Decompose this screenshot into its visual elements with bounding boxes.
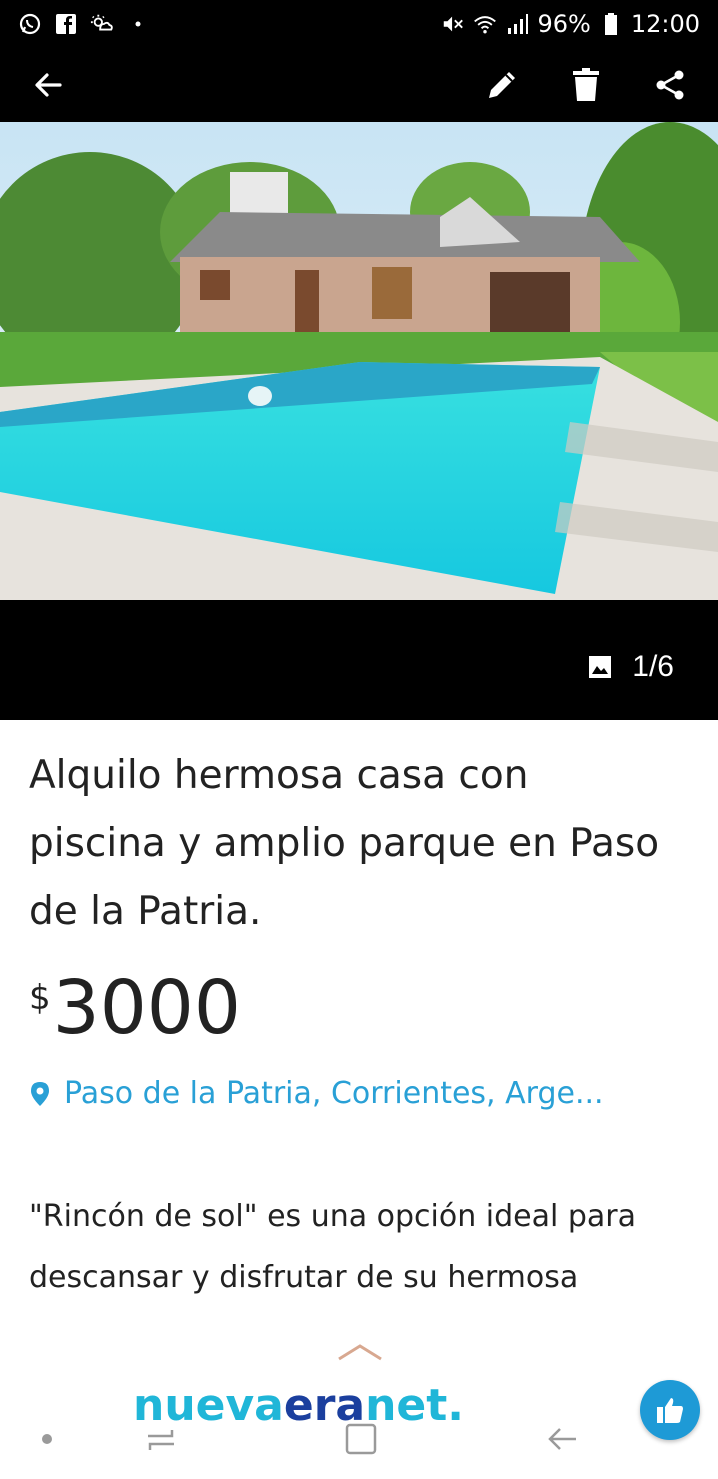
share-button[interactable] (642, 57, 698, 113)
status-bar: 96% 12:00 (0, 0, 718, 48)
listing-price: $ 3000 (29, 966, 241, 1050)
location-text: Paso de la Patria, Corrientes, Arge... (64, 1076, 604, 1111)
back-arrow-icon (35, 73, 62, 97)
delete-button[interactable] (558, 57, 614, 113)
photo-counter-text: 1/6 (632, 650, 674, 683)
image-icon (589, 656, 612, 678)
back-icon (548, 1428, 576, 1450)
status-right-icons: 96% 12:00 (441, 10, 700, 38)
edit-button[interactable] (474, 57, 530, 113)
app-bar (0, 48, 718, 122)
mute-icon (441, 12, 465, 36)
chevron-up-icon (338, 1344, 382, 1361)
wifi-icon (473, 12, 497, 36)
listing-location[interactable]: Paso de la Patria, Corrientes, Arge... (30, 1076, 604, 1111)
share-icon (656, 70, 684, 100)
weather-icon (90, 12, 114, 36)
location-pin-icon (31, 1081, 49, 1106)
status-left-icons (18, 12, 150, 36)
dot-icon (126, 12, 150, 36)
home-button[interactable] (344, 1422, 378, 1456)
recent-apps-button[interactable] (144, 1422, 178, 1456)
nav-back-button[interactable] (546, 1422, 580, 1456)
clock: 12:00 (630, 10, 700, 38)
expand-button[interactable] (337, 1342, 383, 1362)
recent-apps-icon (148, 1430, 174, 1450)
price-amount: 3000 (52, 965, 241, 1051)
photo-counter: 1/6 (588, 650, 674, 684)
facebook-icon (54, 12, 78, 36)
listing-title: Alquilo hermosa casa con piscina y ampli… (29, 753, 660, 934)
battery-icon (599, 12, 623, 36)
price-currency: $ (29, 978, 51, 1018)
delete-trash-icon (573, 68, 599, 101)
home-icon (345, 1423, 377, 1455)
nav-dot-button[interactable] (40, 1432, 54, 1446)
back-button[interactable] (20, 57, 76, 113)
dot-icon (42, 1434, 52, 1444)
edit-pencil-icon (489, 72, 515, 98)
listing-description: "Rincón de sol" es una opción ideal para… (29, 1199, 637, 1295)
system-nav-bar (0, 1410, 718, 1479)
photo-gallery[interactable]: 1/6 (0, 122, 718, 720)
app-bar-actions (474, 57, 698, 113)
battery-percent: 96% (537, 10, 591, 38)
listing-photo[interactable] (0, 122, 718, 600)
whatsapp-icon (18, 12, 42, 36)
signal-icon (505, 12, 529, 36)
